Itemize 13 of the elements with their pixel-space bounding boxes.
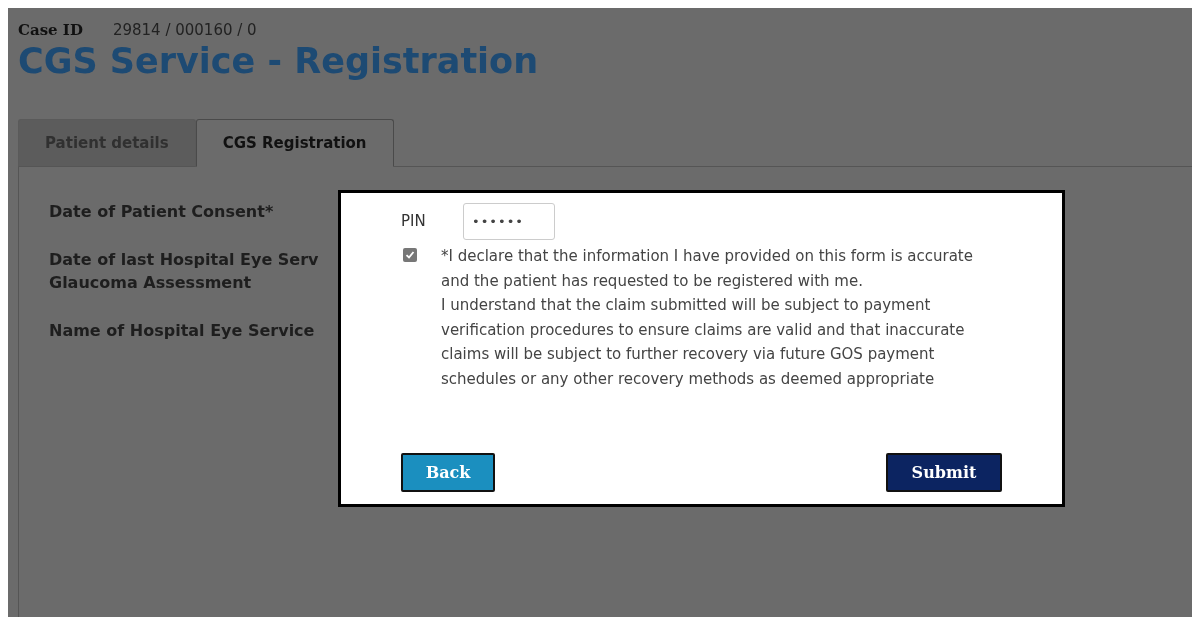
page-title: CGS Service - Registration	[18, 42, 540, 81]
pin-field[interactable]: ••••••	[463, 203, 555, 240]
field-label: Name of Hospital Eye Service	[49, 320, 316, 343]
submit-button[interactable]: Submit	[886, 453, 1002, 492]
declaration-text: *I declare that the information I have provided on this form is accurate and the patient has requested to be registered with me. I understand that the claim submitted will be subject to payment verification procedures to ensure claims are valid and that inaccurate claims will be subject to further recovery via future GOS payment schedules or any other recovery methods as deemed appropriate	[441, 246, 974, 390]
declaration-checkbox[interactable]	[403, 248, 417, 262]
case-id-value: 29814 / 000160 / 0	[112, 21, 257, 39]
case-id-label: Case ID	[18, 21, 83, 39]
back-button[interactable]: Back	[401, 453, 495, 492]
pin-label: PIN	[401, 211, 427, 233]
field-label: Date of Patient Consent*	[49, 201, 275, 223]
field-label: Date of last Hospital Eye Serv Glaucoma Assessment	[49, 249, 320, 294]
tab[interactable]: CGS Registration	[195, 118, 394, 167]
